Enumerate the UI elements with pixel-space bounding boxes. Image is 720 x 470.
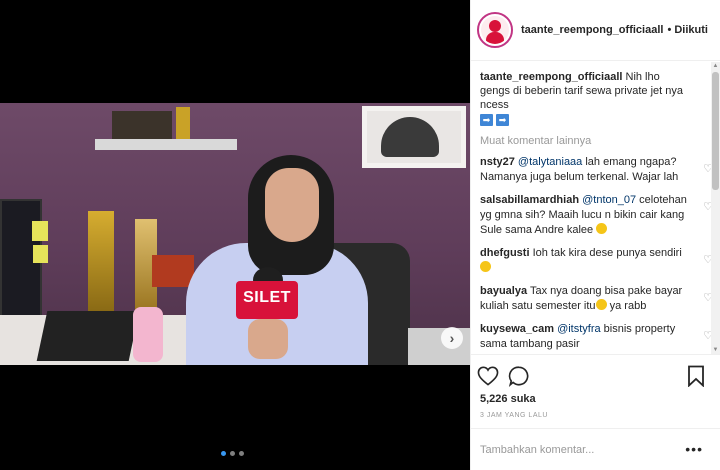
comments-scrollbar[interactable]: ▲ ▼ <box>711 62 720 354</box>
scroll-up-arrow-icon[interactable]: ▲ <box>711 62 720 70</box>
comment-username[interactable]: nsty27 <box>480 156 515 168</box>
more-options-icon[interactable]: ••• <box>685 442 703 456</box>
bookmark-icon <box>688 365 704 387</box>
comment-mention[interactable]: @talytaniaaa <box>518 156 582 168</box>
comment-mention[interactable]: @itstyfra <box>557 323 601 335</box>
pink-flask <box>133 307 163 362</box>
carousel-next-button[interactable]: › <box>441 327 463 349</box>
comment-item: nsty27 @talytaniaaa lah emang ngapa? Nam… <box>480 155 713 185</box>
wall-shelf <box>95 139 237 150</box>
post-actions: 5,226 suka 3 JAM YANG LALU <box>471 354 720 438</box>
carousel-dot[interactable] <box>239 451 244 456</box>
sticky-note <box>33 245 48 263</box>
carousel-dot[interactable] <box>221 451 226 456</box>
save-button[interactable] <box>684 364 708 388</box>
arrow-right-icon: ➡ <box>496 113 509 126</box>
post-sidebar: taante_reempong_officiaall • Diikuti taa… <box>470 0 720 470</box>
media-panel: SILET › <box>0 0 470 470</box>
sticky-note <box>32 221 48 241</box>
separator-dot: • <box>667 24 672 36</box>
shelf-award <box>112 111 172 139</box>
add-comment-input[interactable] <box>480 443 680 456</box>
avatar[interactable] <box>477 12 513 48</box>
scroll-down-arrow-icon[interactable]: ▼ <box>711 346 720 354</box>
wall-picture <box>362 106 466 168</box>
carousel-dot[interactable] <box>230 451 235 456</box>
comment-username[interactable]: bayualya <box>480 285 527 297</box>
post-caption: taante_reempong_officiaall Nih lho gengs… <box>480 70 691 126</box>
comment-item: bayualya Tax nya doang bisa pake bayar k… <box>480 284 713 314</box>
comment-item: dhefgusti Ioh tak kira dese punya sendir… <box>480 246 713 276</box>
carousel-dots <box>221 451 244 456</box>
follow-status[interactable]: • Diikuti <box>667 24 708 36</box>
crying-laughing-emoji-icon <box>595 299 607 310</box>
award-plaque <box>152 255 194 287</box>
comment-icon <box>508 366 529 387</box>
laughing-emoji-icon <box>480 261 491 272</box>
username-link[interactable]: taante_reempong_officiaall <box>521 24 663 36</box>
comment-username[interactable]: dhefgusti <box>480 247 530 259</box>
shelf-trophy <box>176 107 190 139</box>
likes-count[interactable]: 5,226 suka <box>480 393 536 405</box>
add-comment-bar: ••• <box>471 428 720 470</box>
person-hand <box>248 319 288 359</box>
caption-username[interactable]: taante_reempong_officiaall <box>480 71 622 83</box>
follow-status-label: Diikuti <box>674 24 708 36</box>
comment-username[interactable]: kuysewa_cam <box>480 323 554 335</box>
load-more-comments[interactable]: Muat komentar lainnya <box>480 135 691 147</box>
comment-item: salsabillamardhiah @tnton_07 celotehan y… <box>480 193 713 238</box>
chevron-right-icon: › <box>449 330 455 346</box>
post-video[interactable]: SILET › <box>0 103 470 365</box>
post-timestamp: 3 JAM YANG LALU <box>480 412 548 419</box>
comment-text-after: ya rabb <box>606 300 647 312</box>
comments-list: taante_reempong_officiaall Nih lho gengs… <box>471 62 720 354</box>
person-face <box>265 168 319 242</box>
comment-username[interactable]: salsabillamardhiah <box>480 194 579 206</box>
heart-icon <box>477 366 499 386</box>
avatar-image <box>481 16 509 44</box>
arrow-right-icon: ➡ <box>480 113 493 126</box>
caption-emojis: ➡ ➡ <box>480 113 509 126</box>
microphone-label: SILET <box>243 289 291 306</box>
trophy <box>88 211 114 311</box>
comment-button[interactable] <box>507 364 531 388</box>
comment-text: Ioh tak kira dese punya sendiri <box>532 247 682 259</box>
like-button[interactable] <box>476 364 500 388</box>
comment-item: kuysewa_cam @itstyfra bisnis property sa… <box>480 322 713 352</box>
comment-mention[interactable]: @tnton_07 <box>582 194 636 206</box>
laughing-emoji-icon <box>596 223 608 234</box>
post-header: taante_reempong_officiaall • Diikuti <box>471 0 720 61</box>
scrollbar-thumb[interactable] <box>712 72 719 190</box>
keyboard <box>36 311 140 361</box>
